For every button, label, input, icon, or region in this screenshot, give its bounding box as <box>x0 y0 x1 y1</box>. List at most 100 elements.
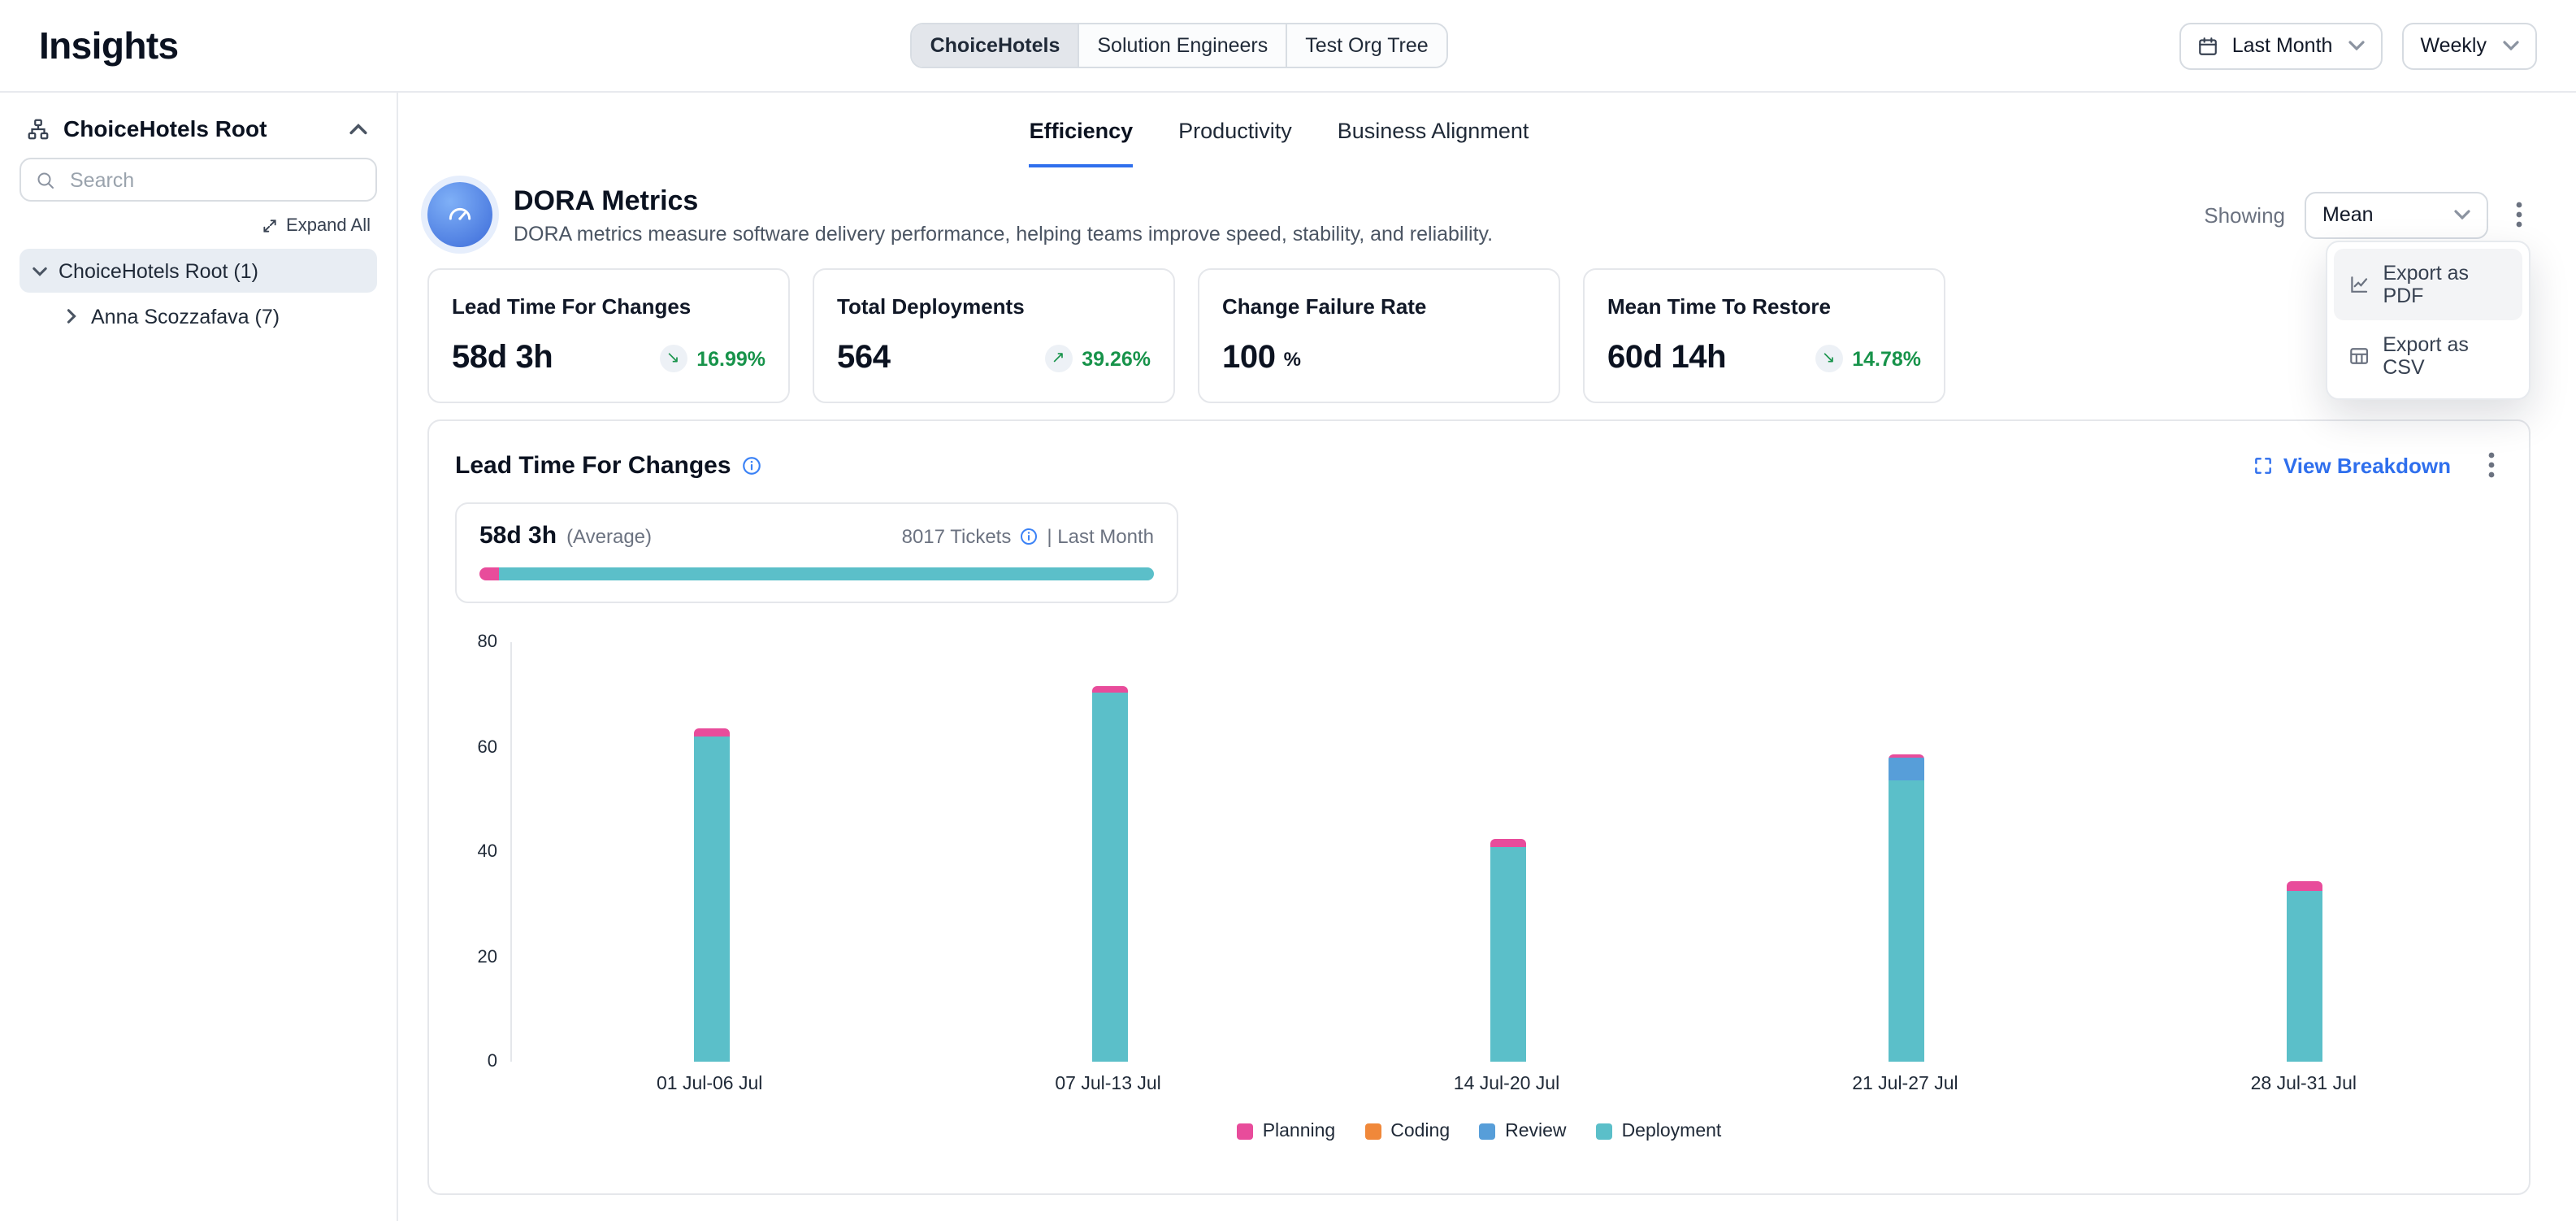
metric-card-mean-time-to-restore[interactable]: Mean Time To Restore 60d 14h ↘ 14.78% <box>1583 268 1945 403</box>
info-icon[interactable] <box>741 454 762 476</box>
legend-item-planning[interactable]: Planning <box>1237 1122 1336 1141</box>
sidebar-title: ChoiceHotels Root <box>63 115 333 141</box>
page-title: Insights <box>39 24 179 67</box>
calendar-icon <box>2198 35 2219 56</box>
metric-title: Total Deployments <box>837 294 1151 319</box>
sidebar-collapse-button[interactable] <box>346 119 371 137</box>
chevron-right-icon <box>67 309 76 324</box>
info-icon[interactable] <box>1019 526 1039 545</box>
trend-down-icon: ↘ <box>1815 345 1842 372</box>
y-tick-label: 60 <box>478 736 498 758</box>
bar-segment-planning <box>693 728 729 737</box>
stacked-bar[interactable] <box>1490 839 1525 1062</box>
metric-value: 60d 14h <box>1607 340 1726 377</box>
y-tick-label: 0 <box>488 1050 497 1073</box>
stacked-bar[interactable] <box>1091 687 1127 1062</box>
legend-label: Coding <box>1390 1122 1450 1141</box>
dora-metrics-header: DORA Metrics DORA metrics measure softwa… <box>427 182 2530 247</box>
panel-kebab-button[interactable] <box>2480 447 2503 483</box>
x-axis-label: 28 Jul-31 Jul <box>2105 1075 2503 1094</box>
metric-cards: Lead Time For Changes 58d 3h ↘ 16.99% To… <box>427 268 2530 403</box>
granularity-select[interactable]: Weekly <box>2402 22 2537 69</box>
org-tree: ChoiceHotels Root (1) Anna Scozzafava (7… <box>20 249 377 338</box>
dora-subtitle: DORA metrics measure software delivery p… <box>514 222 2183 245</box>
trend-up-icon: ↗ <box>1044 345 1072 372</box>
org-chart-icon <box>26 116 50 141</box>
org-tab-test-org-tree[interactable]: Test Org Tree <box>1286 24 1446 67</box>
y-tick-label: 40 <box>478 841 498 863</box>
kebab-menu-icon <box>2488 452 2495 478</box>
search-icon <box>36 170 55 189</box>
export-pdf-item[interactable]: Export as PDF <box>2334 249 2522 320</box>
period-label: | Last Month <box>1047 524 1154 547</box>
insights-app: Insights ChoiceHotels Solution Engineers… <box>0 0 2576 1221</box>
average-suffix: (Average) <box>566 524 652 547</box>
delta-value: 39.26% <box>1082 347 1151 370</box>
date-range-value: Last Month <box>2232 34 2333 57</box>
stacked-bar[interactable] <box>2286 881 2322 1062</box>
org-switcher: ChoiceHotels Solution Engineers Test Org… <box>911 23 1448 69</box>
dora-titles: DORA Metrics DORA metrics measure softwa… <box>514 185 2183 245</box>
org-tree-sidebar: ChoiceHotels Root Expand All ChoiceHotel… <box>0 93 398 1221</box>
metric-delta: ↗ 39.26% <box>1044 345 1151 372</box>
section-tabs: Efficiency Productivity Business Alignme… <box>427 93 2131 167</box>
lead-time-panel: Lead Time For Changes View Breakdown 58d… <box>427 419 2530 1195</box>
tickets-count: 8017 Tickets <box>902 524 1012 547</box>
chevron-down-icon <box>2503 41 2519 50</box>
org-tab-choicehotels[interactable]: ChoiceHotels <box>913 24 1078 67</box>
bar-segment-deployment <box>1490 847 1525 1062</box>
chart-legend: Planning Coding Review Deployment <box>455 1122 2503 1141</box>
date-range-select[interactable]: Last Month <box>2180 22 2383 69</box>
export-menu-button[interactable] <box>2508 197 2530 232</box>
legend-item-deployment[interactable]: Deployment <box>1596 1122 1722 1141</box>
phase-progress-bar <box>479 567 1154 580</box>
tab-productivity[interactable]: Productivity <box>1178 93 1292 167</box>
bar-slot <box>1706 642 2105 1062</box>
kebab-menu-icon <box>2516 202 2522 228</box>
bar-segment-planning <box>1490 839 1525 847</box>
average-value: 58d 3h <box>479 522 557 550</box>
x-axis-label: 21 Jul-27 Jul <box>1706 1075 2104 1094</box>
legend-item-review[interactable]: Review <box>1479 1122 1566 1141</box>
lead-time-chart: 020406080 <box>455 642 2503 1062</box>
y-tick-label: 80 <box>478 631 498 654</box>
export-csv-label: Export as CSV <box>2383 333 2508 379</box>
legend-swatch <box>1479 1123 1495 1140</box>
metric-value: 564 <box>837 340 891 377</box>
panel-title: Lead Time For Changes <box>455 451 731 479</box>
stacked-bar[interactable] <box>1888 755 1923 1062</box>
metric-value: 58d 3h <box>452 340 553 377</box>
granularity-value: Weekly <box>2420 34 2487 57</box>
chevron-up-icon <box>349 123 367 134</box>
search-input[interactable] <box>67 167 361 193</box>
tab-efficiency[interactable]: Efficiency <box>1030 93 1134 167</box>
org-tab-solution-engineers[interactable]: Solution Engineers <box>1078 24 1286 67</box>
main-content: Efficiency Productivity Business Alignme… <box>400 93 2576 1221</box>
delta-value: 14.78% <box>1852 347 1921 370</box>
aggregation-select[interactable]: Mean <box>2305 191 2488 238</box>
stacked-bar[interactable] <box>693 728 729 1062</box>
view-breakdown-button[interactable]: View Breakdown <box>2243 451 2461 479</box>
legend-label: Planning <box>1263 1122 1336 1141</box>
metric-value: 100 <box>1222 340 1276 377</box>
bar-slot <box>910 642 1308 1062</box>
metric-card-change-failure-rate[interactable]: Change Failure Rate 100 % <box>1198 268 1560 403</box>
legend-swatch <box>1596 1123 1612 1140</box>
metric-delta: ↘ 16.99% <box>659 345 765 372</box>
x-axis-labels: 01 Jul-06 Jul07 Jul-13 Jul14 Jul-20 Jul2… <box>510 1075 2503 1094</box>
bar-slot <box>1308 642 1706 1062</box>
aggregation-value: Mean <box>2322 203 2374 226</box>
tree-item-label: Anna Scozzafava (7) <box>91 305 280 328</box>
legend-item-coding[interactable]: Coding <box>1364 1122 1450 1141</box>
bar-slot <box>512 642 910 1062</box>
tab-business-alignment[interactable]: Business Alignment <box>1338 93 1529 167</box>
metric-card-total-deployments[interactable]: Total Deployments 564 ↗ 39.26% <box>813 268 1175 403</box>
metric-title: Mean Time To Restore <box>1607 294 1921 319</box>
metric-card-lead-time[interactable]: Lead Time For Changes 58d 3h ↘ 16.99% <box>427 268 790 403</box>
tree-item-anna-scozzafava[interactable]: Anna Scozzafava (7) <box>20 294 377 338</box>
showing-label: Showing <box>2204 202 2285 227</box>
expand-all-button[interactable]: Expand All <box>26 216 371 236</box>
export-csv-item[interactable]: Export as CSV <box>2334 320 2522 392</box>
table-icon <box>2348 345 2370 367</box>
tree-item-choicehotels-root[interactable]: ChoiceHotels Root (1) <box>20 249 377 293</box>
